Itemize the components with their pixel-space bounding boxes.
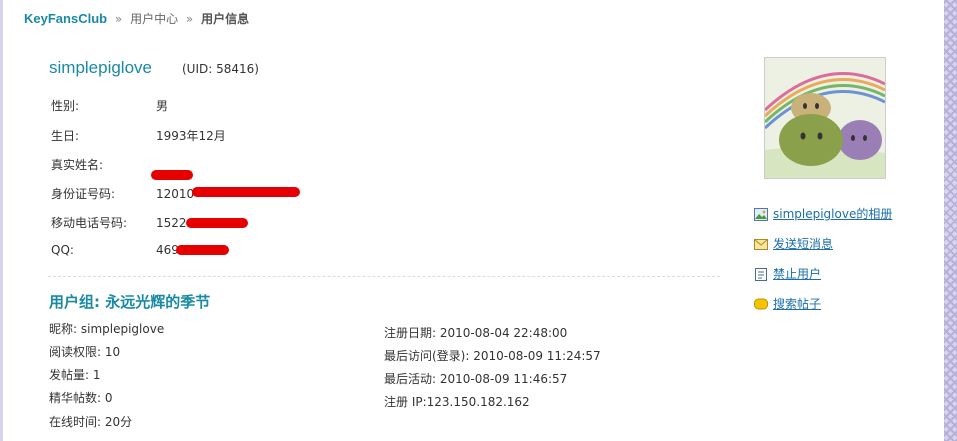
idcard-visible-digits: 12010 xyxy=(156,187,195,201)
sidebar-item-album[interactable]: simplepiglove的相册 xyxy=(754,205,892,222)
birthday-label: 生日: xyxy=(51,129,80,143)
qq-value: 469 xyxy=(156,243,229,257)
mobile-value: 1522 xyxy=(156,216,248,230)
user-group-title: 用户组: 永远光辉的季节 xyxy=(49,293,211,311)
mobile-label: 移动电话号码: xyxy=(51,216,128,230)
ban-user-icon xyxy=(754,268,768,281)
breadcrumb-separator: » xyxy=(185,12,194,26)
idcard-value: 12010 xyxy=(156,187,300,201)
stat-nickname: 昵称: simplepiglove xyxy=(49,322,165,336)
breadcrumb: KeyFansClub » 用户中心 » 用户信息 xyxy=(24,10,249,27)
mobile-visible-digits: 1522 xyxy=(156,216,187,230)
stat-post-count: 发帖量: 1 xyxy=(49,368,101,382)
stat-last-activity: 最后活动: 2010-08-09 11:46:57 xyxy=(384,372,568,386)
sidebar-link-ban[interactable]: 禁止用户 xyxy=(773,267,821,281)
redaction-mark xyxy=(176,245,229,255)
stat-online-time: 在线时间: 20分 xyxy=(49,415,133,429)
section-divider xyxy=(48,276,720,277)
sidebar-link-message[interactable]: 发送短消息 xyxy=(773,237,833,251)
sidebar-item-search-posts[interactable]: 搜索帖子 xyxy=(754,295,821,312)
birthday-row: 生日: 1993年12月 xyxy=(51,127,226,144)
realname-label: 真实姓名: xyxy=(51,158,104,172)
qq-label: QQ: xyxy=(51,243,74,257)
redaction-mark xyxy=(151,170,193,180)
search-posts-icon xyxy=(754,298,768,311)
breadcrumb-user-center-link[interactable]: 用户中心 xyxy=(130,12,178,26)
sidebar-link-album[interactable]: simplepiglove的相册 xyxy=(773,207,892,221)
avatar xyxy=(763,57,886,179)
redaction-mark xyxy=(186,218,248,228)
user-uid: (UID: 58416) xyxy=(182,62,259,76)
redaction-mark xyxy=(192,187,300,197)
idcard-label: 身份证号码: xyxy=(51,187,116,201)
sidebar-item-ban[interactable]: 禁止用户 xyxy=(754,265,821,282)
sidebar-link-search-posts[interactable]: 搜索帖子 xyxy=(773,297,821,311)
sidebar-item-message[interactable]: 发送短消息 xyxy=(754,235,833,252)
gender-value: 男 xyxy=(156,99,169,113)
breadcrumb-site-link[interactable]: KeyFansClub xyxy=(24,11,107,26)
breadcrumb-current: 用户信息 xyxy=(201,12,250,26)
page-border-right xyxy=(944,0,957,441)
stat-register-ip: 注册 IP:123.150.182.162 xyxy=(384,395,530,409)
stat-last-visit: 最后访问(登录): 2010-08-09 11:24:57 xyxy=(384,349,601,363)
page-border-left xyxy=(0,0,3,441)
stat-read-permission: 阅读权限: 10 xyxy=(49,345,121,359)
breadcrumb-separator: » xyxy=(114,12,123,26)
username-heading: simplepiglove xyxy=(49,58,152,77)
photo-album-icon xyxy=(754,208,768,221)
mobile-row: 移动电话号码: 1522 xyxy=(51,214,248,231)
stat-digest-count: 精华帖数: 0 xyxy=(49,391,113,405)
stat-register-date: 注册日期: 2010-08-04 22:48:00 xyxy=(384,326,568,340)
idcard-row: 身份证号码: 12010 xyxy=(51,185,300,202)
gender-row: 性别: 男 xyxy=(51,97,168,114)
birthday-value: 1993年12月 xyxy=(156,129,226,143)
message-icon xyxy=(754,238,768,251)
gender-label: 性别: xyxy=(51,99,80,113)
realname-row: 真实姓名: xyxy=(51,156,193,180)
qq-row: QQ: 469 xyxy=(51,243,229,257)
